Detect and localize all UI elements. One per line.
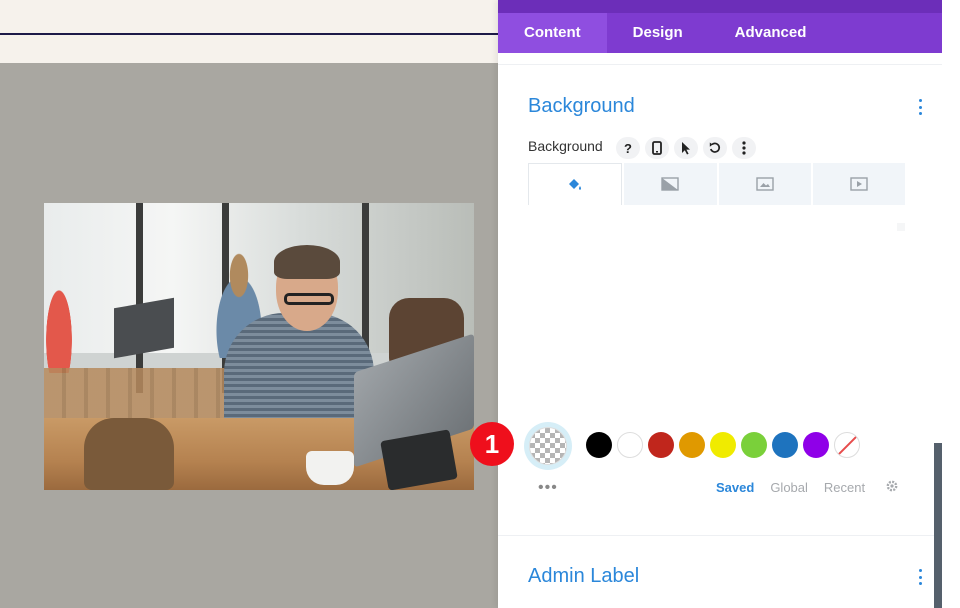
step-marker-badge: 1 [470, 422, 514, 466]
scrollbar-thumb[interactable] [934, 443, 942, 608]
background-type-tabs [528, 163, 905, 205]
admin-label-section-title[interactable]: Admin Label [528, 565, 639, 588]
hover-cursor-icon[interactable] [674, 137, 698, 159]
bg-tab-video[interactable] [812, 163, 905, 205]
image-module-photo[interactable] [44, 203, 474, 490]
color-preview-area [528, 205, 905, 420]
panel-header-bar [498, 0, 942, 13]
canvas-header-area [0, 0, 498, 63]
field-option-icons: ? [616, 137, 756, 159]
mobile-icon[interactable] [645, 137, 669, 159]
video-icon [850, 177, 868, 191]
image-icon [755, 177, 774, 191]
swatch-purple[interactable] [803, 432, 829, 458]
more-swatches-icon[interactable]: ••• [538, 479, 558, 497]
swatch-yellow[interactable] [710, 432, 736, 458]
palette-tab-recent[interactable]: Recent [824, 480, 865, 495]
bg-tab-gradient[interactable] [624, 163, 717, 205]
swatch-red[interactable] [648, 432, 674, 458]
transparent-checker-icon [529, 427, 567, 465]
palette-tab-saved[interactable]: Saved [716, 480, 754, 495]
help-icon[interactable]: ? [616, 137, 640, 159]
tab-content[interactable]: Content [498, 13, 607, 53]
palette-tab-global[interactable]: Global [770, 480, 808, 495]
tab-design[interactable]: Design [607, 13, 709, 53]
current-color-swatch[interactable] [524, 422, 572, 470]
gradient-icon [661, 177, 680, 191]
reset-icon[interactable] [703, 137, 727, 159]
palette-tabs: Saved Global Recent [716, 480, 865, 495]
background-field-label: Background [528, 138, 603, 154]
bg-tab-image[interactable] [718, 163, 811, 205]
header-divider [0, 33, 498, 35]
swatch-blue[interactable] [772, 432, 798, 458]
field-more-icon[interactable] [732, 137, 756, 159]
palette-settings-gear-icon[interactable] [885, 479, 899, 497]
background-section-menu-icon[interactable] [917, 99, 923, 115]
swatch-orange[interactable] [679, 432, 705, 458]
color-swatches [524, 422, 924, 472]
settings-panel: Content Design Advanced Background Backg… [498, 0, 942, 608]
swatch-none[interactable] [834, 432, 860, 458]
background-section-title[interactable]: Background [528, 95, 635, 118]
panel-tabs: Content Design Advanced [498, 13, 942, 53]
bg-tab-color[interactable] [528, 163, 623, 205]
paint-bucket-icon [569, 178, 582, 190]
tab-advanced[interactable]: Advanced [709, 13, 833, 53]
admin-label-section-menu-icon[interactable] [917, 569, 923, 585]
swatch-green[interactable] [741, 432, 767, 458]
swatch-white[interactable] [617, 432, 643, 458]
swatch-black[interactable] [586, 432, 612, 458]
scrollbar-track [942, 0, 960, 608]
